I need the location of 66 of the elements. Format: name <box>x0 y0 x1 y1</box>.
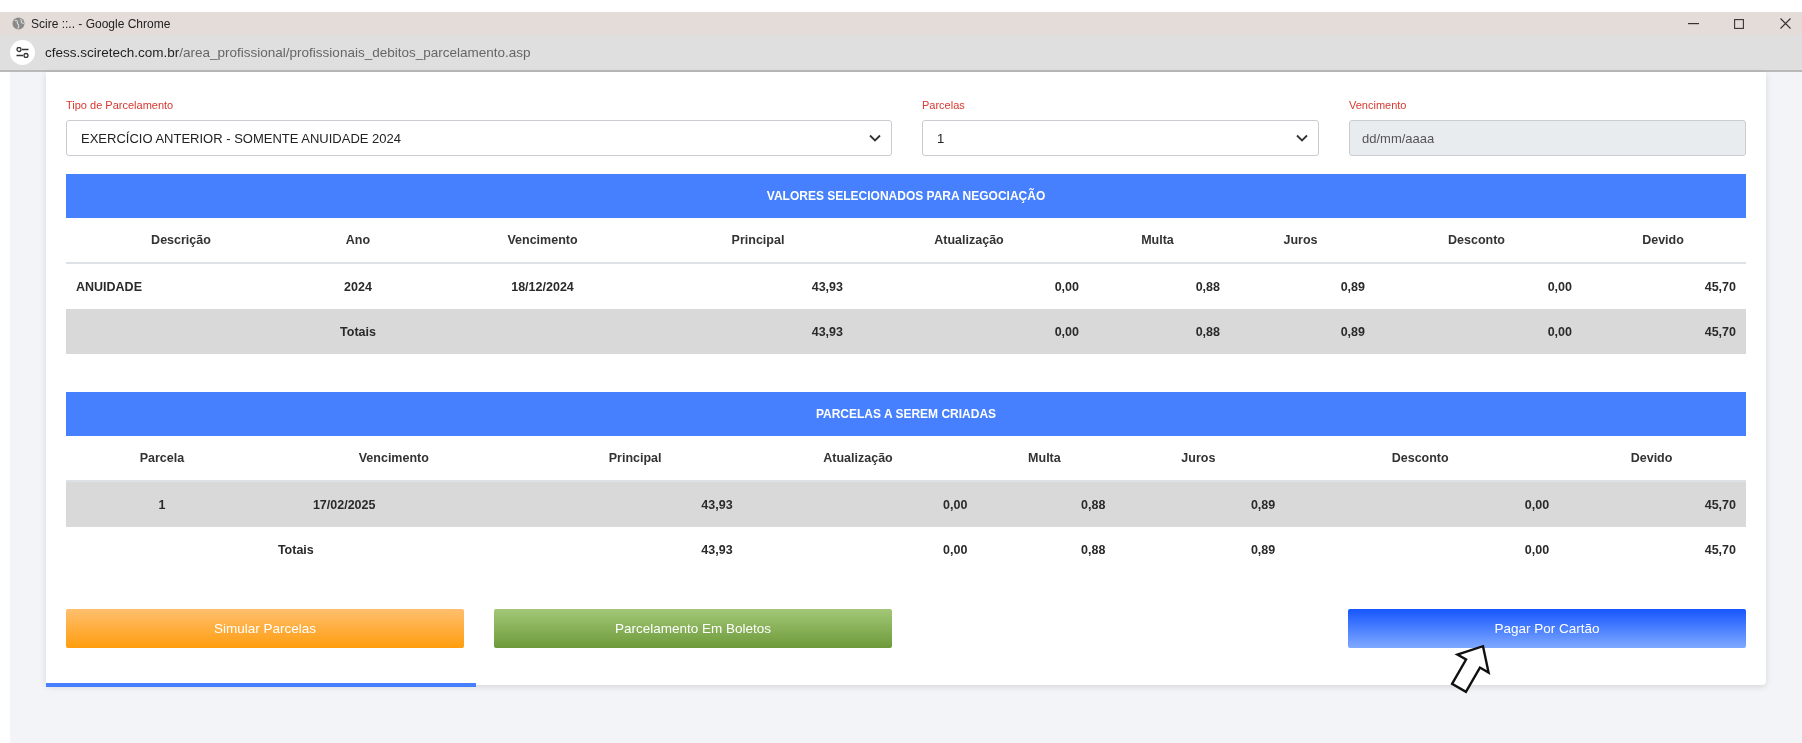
total-cell-text: 0,00 <box>942 542 969 557</box>
column-header: Ano <box>344 233 372 247</box>
table-cell-text: ANUIDADE <box>75 279 143 294</box>
field-label: Tipo de Parcelamento <box>66 99 175 111</box>
select-field[interactable]: 1 <box>922 120 1319 156</box>
field-label: Parcelas <box>922 99 966 111</box>
column-header: Vencimento <box>506 233 579 247</box>
table-cell-text: 43,93 <box>700 497 734 512</box>
total-cell-text: 45,70 <box>1703 324 1737 339</box>
column-header: Principal <box>730 233 786 247</box>
total-cell-text: Totais <box>339 324 377 339</box>
field-label: Vencimento <box>1349 99 1408 111</box>
table-cell-text: 45,70 <box>1703 279 1737 294</box>
total-cell-text: 0,00 <box>1523 542 1551 557</box>
table-cell-text: 0,00 <box>1523 497 1551 512</box>
close-icon[interactable] <box>1779 18 1791 29</box>
column-header: Devido <box>1629 451 1674 465</box>
table-cell-text: 1 <box>157 497 167 512</box>
total-cell-text: 0,88 <box>1194 324 1221 339</box>
column-header: Desconto <box>1390 451 1450 465</box>
site-settings-button[interactable] <box>10 40 35 65</box>
url-text[interactable]: cfess.sciretech.com.br/area_profissional/profissionais_debitos_parcelamento.asp <box>45 45 531 60</box>
table-cell-text: 43,93 <box>810 279 844 294</box>
total-cell-text: 45,70 <box>1703 542 1737 557</box>
column-header: Vencimento <box>357 451 430 465</box>
maximize-icon[interactable] <box>1734 18 1744 29</box>
column-header: Atualização <box>933 233 1005 247</box>
total-cell-text: 0,89 <box>1339 324 1366 339</box>
action-button[interactable]: Pagar Por Cartão <box>1348 609 1746 648</box>
window-title: Scire ::.. - Google Chrome <box>31 16 171 31</box>
total-cell-text: 43,93 <box>810 324 844 339</box>
total-cell-text: 43,93 <box>700 542 734 557</box>
table-cell-text: 0,88 <box>1194 279 1221 294</box>
column-header: Multa <box>1140 233 1175 247</box>
section-header: VALORES SELECIONADOS PARA NEGOCIAÇÃO <box>66 174 1746 218</box>
column-header: Devido <box>1641 233 1685 247</box>
table-cell-text: 2024 <box>343 279 373 294</box>
minimize-icon[interactable] <box>1687 22 1699 25</box>
table-cell-text: 0,89 <box>1339 279 1366 294</box>
table-cell-text: 45,70 <box>1703 497 1737 512</box>
total-cell-text: 0,88 <box>1080 542 1107 557</box>
table-cell-text: 18/12/2024 <box>510 279 575 294</box>
table-cell-text: 0,00 <box>1546 279 1573 294</box>
column-header: Descrição <box>150 233 212 247</box>
column-header: Multa <box>1027 451 1062 465</box>
total-cell-text: 0,00 <box>1546 324 1573 339</box>
total-cell-text: Totais <box>276 542 315 557</box>
section-header: PARCELAS A SEREM CRIADAS <box>66 392 1746 436</box>
column-header: Juros <box>1180 451 1217 465</box>
table-cell-text: 0,00 <box>942 497 969 512</box>
sliders-icon <box>16 47 29 58</box>
total-cell-text: 0,89 <box>1249 542 1277 557</box>
column-header: Juros <box>1282 233 1319 247</box>
table-cell-text: 0,89 <box>1249 497 1277 512</box>
column-header: Atualização <box>822 451 894 465</box>
total-cell-text: 0,00 <box>1053 324 1080 339</box>
chevron-down-icon <box>1296 134 1308 142</box>
column-header: Principal <box>607 451 663 465</box>
column-header: Parcela <box>138 451 186 465</box>
select-field[interactable]: EXERCÍCIO ANTERIOR - SOMENTE ANUIDADE 2024 <box>66 120 892 156</box>
table-cell-text: 0,00 <box>1053 279 1080 294</box>
column-header: Desconto <box>1447 233 1506 247</box>
table-cell-text: 0,88 <box>1080 497 1107 512</box>
table-cell-text: 17/02/2025 <box>311 497 377 512</box>
globe-icon <box>12 17 25 30</box>
chevron-down-icon <box>869 134 881 142</box>
